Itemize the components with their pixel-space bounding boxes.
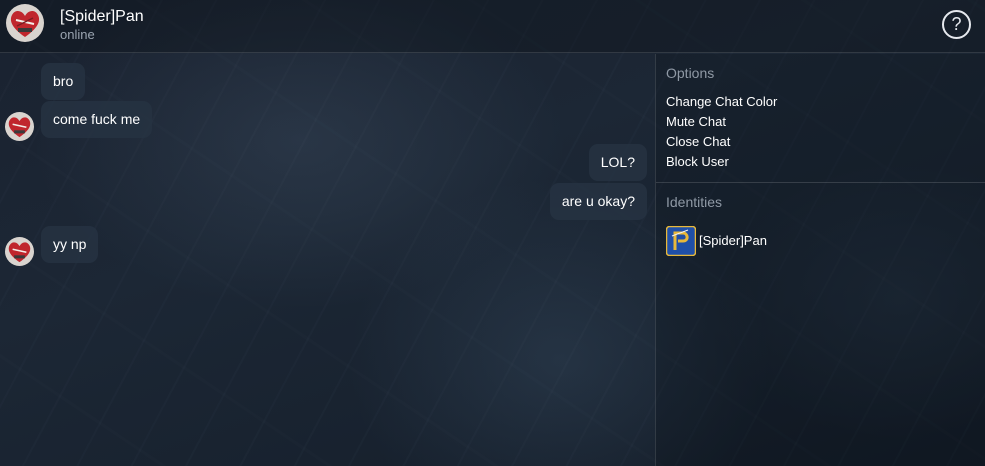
heart-avatar-icon[interactable]	[5, 237, 34, 266]
message-list: bro come fuck me LOL? are u okay? yy np	[0, 54, 655, 466]
p-logo-icon	[666, 226, 696, 256]
mute-chat-option[interactable]: Mute Chat	[666, 114, 726, 129]
contact-name: [Spider]Pan	[60, 8, 144, 25]
heart-avatar-icon[interactable]	[5, 112, 34, 141]
close-chat-option[interactable]: Close Chat	[666, 134, 730, 149]
message-bubble: bro	[41, 63, 86, 100]
options-heading: Options	[666, 65, 715, 81]
chat-options-panel: Options Change Chat Color Mute Chat Clos…	[655, 54, 985, 466]
message-bubble-self: are u okay?	[549, 183, 647, 220]
change-chat-color-option[interactable]: Change Chat Color	[666, 94, 777, 109]
message-bubble: yy np	[41, 226, 99, 263]
identity-name: [Spider]Pan	[699, 233, 767, 248]
chat-header: [Spider]Pan online ?	[0, 0, 985, 53]
help-icon[interactable]: ?	[942, 10, 971, 39]
message-bubble-self: LOL?	[588, 144, 647, 181]
contact-status: online	[60, 27, 95, 42]
heart-avatar-icon[interactable]	[6, 4, 44, 42]
message-bubble: come fuck me	[41, 101, 153, 138]
panel-divider	[656, 182, 985, 183]
identities-heading: Identities	[666, 194, 723, 210]
block-user-option[interactable]: Block User	[666, 154, 729, 169]
